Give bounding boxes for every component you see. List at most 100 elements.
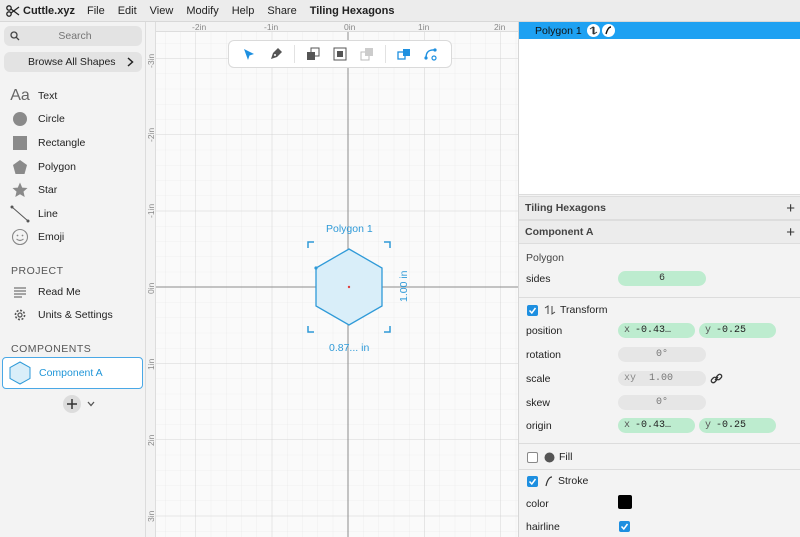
- menu-modify[interactable]: Modify: [186, 5, 218, 17]
- emoji-icon: [10, 228, 30, 246]
- stroke-icon: [545, 475, 553, 486]
- color-label: color: [526, 498, 549, 510]
- hexagon-icon: [9, 361, 31, 385]
- check-icon: [528, 478, 537, 485]
- plus-icon[interactable]: +: [786, 224, 795, 241]
- divider: [519, 443, 800, 444]
- stroke-checkbox[interactable]: [527, 475, 538, 487]
- browse-all-shapes-button[interactable]: Browse All Shapes: [4, 52, 142, 72]
- ruler-tick: 2in: [494, 22, 506, 32]
- layer-list-area[interactable]: [519, 39, 800, 195]
- arrange-button[interactable]: [354, 43, 381, 65]
- document-section-title: Tiling Hexagons: [525, 202, 606, 214]
- origin-y-input[interactable]: y -0.25: [699, 418, 776, 433]
- path-edit-icon: [424, 48, 437, 61]
- polygon-section-title: Polygon: [526, 252, 564, 264]
- shape-name-label: Polygon 1: [326, 223, 373, 235]
- position-y-input[interactable]: y -0.25: [699, 323, 776, 338]
- pen-tool-button[interactable]: [262, 43, 289, 65]
- menu-file[interactable]: File: [87, 5, 105, 17]
- sides-input[interactable]: 6: [618, 271, 706, 286]
- link-icon[interactable]: [710, 372, 723, 385]
- line-icon: [10, 205, 30, 223]
- menu-edit[interactable]: Edit: [118, 5, 137, 17]
- send-backward-button[interactable]: [326, 43, 353, 65]
- document-section-header[interactable]: Tiling Hexagons +: [519, 196, 800, 220]
- shape-item-rectangle[interactable]: Rectangle: [0, 131, 146, 155]
- fill-title: Fill: [559, 451, 573, 463]
- skew-value: 0°: [655, 397, 668, 408]
- ruler-tick: -1in: [264, 22, 279, 32]
- shape-label: Polygon: [38, 160, 76, 173]
- scale-input[interactable]: xy 1.00: [618, 371, 706, 386]
- hairline-checkbox[interactable]: [619, 521, 630, 532]
- hairline-label: hairline: [526, 521, 560, 533]
- sides-label: sides: [526, 273, 551, 285]
- shape-label: Line: [38, 207, 58, 220]
- project-item-label: Units & Settings: [38, 309, 113, 322]
- skew-label: skew: [526, 397, 550, 409]
- app-name: Cuttle.xyz: [23, 4, 75, 17]
- transform-icon: [544, 305, 556, 315]
- search-box: [4, 26, 142, 46]
- fill-header[interactable]: Fill: [527, 451, 572, 463]
- polygon-icon: [10, 158, 30, 176]
- shape-item-circle[interactable]: Circle: [0, 108, 146, 132]
- ruler-tick: 3in: [146, 510, 156, 522]
- select-tool-button[interactable]: [235, 43, 262, 65]
- document-title[interactable]: Tiling Hexagons: [310, 5, 395, 17]
- component-section-header[interactable]: Component A +: [519, 220, 800, 244]
- shape-item-star[interactable]: Star: [0, 178, 146, 202]
- project-item-read-me[interactable]: Read Me: [0, 280, 146, 304]
- add-component-button[interactable]: [63, 395, 81, 413]
- plus-icon[interactable]: +: [786, 200, 795, 217]
- canvas-area[interactable]: -2in -1in 0in 1in 2in -3in -2in -1in 0in…: [146, 22, 518, 537]
- bring-forward-button[interactable]: [299, 43, 326, 65]
- plus-icon: [67, 399, 77, 409]
- transform-header[interactable]: Transform: [527, 304, 607, 316]
- text-icon: Aa: [10, 86, 30, 104]
- toolbar-divider: [293, 45, 295, 63]
- skew-input[interactable]: 0°: [618, 395, 706, 410]
- rotation-label: rotation: [526, 349, 562, 361]
- rotation-input[interactable]: 0°: [618, 347, 706, 362]
- check-icon: [620, 523, 629, 531]
- x-key: x: [624, 420, 631, 431]
- app-logo[interactable]: Cuttle.xyz: [0, 5, 75, 17]
- shape-item-polygon[interactable]: Polygon: [0, 155, 146, 179]
- transform-checkbox[interactable]: [527, 304, 538, 316]
- shape-origin-dot: [347, 285, 351, 289]
- menu-help[interactable]: Help: [232, 5, 255, 17]
- xy-key: xy: [624, 373, 637, 384]
- ruler-tick: -2in: [146, 127, 156, 142]
- shape-item-text[interactable]: Aa Text: [0, 84, 146, 108]
- stroke-color-swatch[interactable]: [618, 495, 632, 509]
- fill-checkbox[interactable]: [527, 451, 538, 463]
- ruler-left: -3in -2in -1in 0in 1in 2in 3in: [146, 22, 156, 537]
- y-key: y: [705, 325, 712, 336]
- shape-item-line[interactable]: Line: [0, 202, 146, 226]
- project-item-units-settings[interactable]: Units & Settings: [0, 304, 146, 328]
- layer-item-polygon-1[interactable]: Polygon 1: [519, 22, 800, 39]
- layers-icon: [360, 48, 374, 61]
- search-input[interactable]: [20, 30, 130, 42]
- stroke-header[interactable]: Stroke: [527, 475, 588, 487]
- shape-item-emoji[interactable]: Emoji: [0, 226, 146, 250]
- menu-view[interactable]: View: [150, 5, 174, 17]
- search-icon: [10, 31, 20, 41]
- shape-label: Emoji: [38, 231, 65, 244]
- ruler-tick: -3in: [146, 53, 156, 68]
- boolean-button[interactable]: [390, 43, 417, 65]
- scale-value: 1.00: [649, 373, 674, 384]
- position-x-input[interactable]: x -0.43…: [618, 323, 695, 338]
- ruler-tick: -2in: [192, 22, 207, 32]
- menu-share[interactable]: Share: [267, 5, 296, 17]
- width-dimension-label: 0.87... in: [329, 342, 370, 354]
- origin-x-input[interactable]: x -0.43…: [618, 418, 695, 433]
- path-edit-button[interactable]: [418, 43, 445, 65]
- scale-label: scale: [526, 373, 551, 385]
- y-key: y: [705, 420, 712, 431]
- menu-bar: Cuttle.xyz File Edit View Modify Help Sh…: [0, 0, 800, 22]
- component-item-a[interactable]: Component A: [2, 357, 143, 389]
- chevron-down-icon[interactable]: [87, 401, 95, 407]
